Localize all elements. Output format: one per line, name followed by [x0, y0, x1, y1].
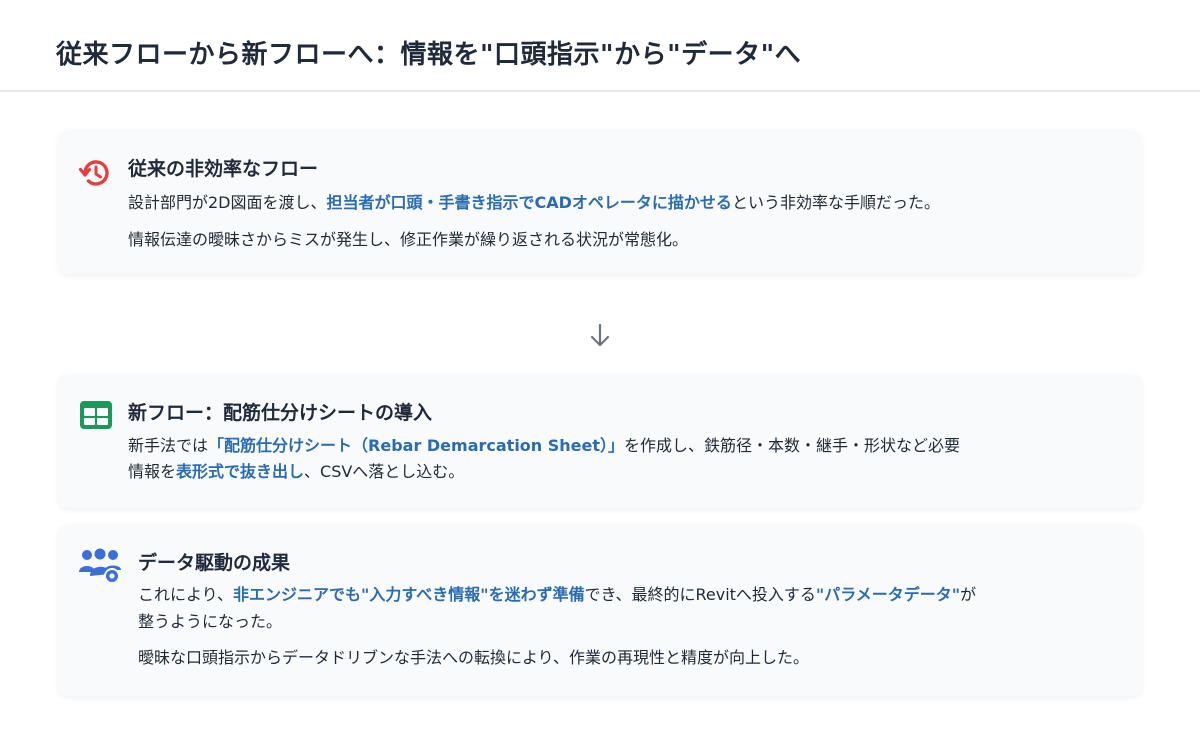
card-text-line: 情報を表形式で抜き出し、CSVへ落とし込む。	[128, 460, 464, 484]
card-text-line: これにより、非エンジニアでも"入力すべき情報"を迷わず準備でき、最終的にRevi…	[138, 583, 976, 607]
page-title: 従来フローから新フローへ：情報を"口頭指示"から"データ"へ	[56, 40, 802, 70]
text-segment: 情報を	[128, 462, 177, 481]
history-icon	[78, 156, 112, 190]
users-gear-icon	[78, 548, 122, 584]
highlight-segment: 表形式で抜き出し	[176, 462, 305, 481]
text-segment: を作成し、鉄筋径・本数・継手・形状など必要	[624, 436, 961, 455]
highlight-segment: 担当者が口頭・手書き指示でCADオペレータに描かせる	[326, 193, 732, 212]
card-title: 従来の非効率なフロー	[128, 158, 319, 180]
text-segment: という非効率な手順だった。	[731, 193, 940, 212]
card-text-line: 情報伝達の曖昧さからミスが発生し、修正作業が繰り返される状況が常態化。	[128, 228, 688, 252]
highlight-segment: 「配筋仕分けシート（Rebar Demarcation Sheet）」	[208, 436, 625, 455]
card-title: 新フロー：配筋仕分けシートの導入	[128, 402, 433, 424]
highlight-segment: "パラメータデータ"	[815, 585, 961, 604]
card-text-line: 新手法では「配筋仕分けシート（Rebar Demarcation Sheet）」…	[128, 434, 960, 458]
text-segment: 設計部門が2D図面を渡し、	[128, 193, 327, 212]
text-segment: でき、最終的にRevitへ投入する	[584, 585, 816, 604]
highlight-segment: 非エンジニアでも"入力すべき情報"を迷わず準備	[233, 585, 585, 604]
card-text-line: 曖昧な口頭指示からデータドリブンな手法への転換により、作業の再現性と精度が向上し…	[138, 646, 809, 670]
text-segment: が	[960, 585, 977, 604]
card-new-flow: 新フロー：配筋仕分けシートの導入 新手法では「配筋仕分けシート（Rebar De…	[58, 374, 1142, 508]
page-header: 従来フローから新フローへ：情報を"口頭指示"から"データ"へ	[0, 0, 1200, 92]
card-title: データ駆動の成果	[138, 552, 291, 574]
text-segment: 整うようになった。	[138, 612, 283, 631]
card-text-line: 整うようになった。	[138, 610, 282, 634]
card-old-flow: 従来の非効率なフロー 設計部門が2D図面を渡し、担当者が口頭・手書き指示でCAD…	[58, 130, 1142, 274]
card-text-line: 設計部門が2D図面を渡し、担当者が口頭・手書き指示でCADオペレータに描かせると…	[128, 191, 940, 215]
text-segment: 曖昧な口頭指示からデータドリブンな手法への転換により、作業の再現性と精度が向上し…	[138, 648, 810, 667]
text-segment: 新手法では	[128, 436, 209, 455]
text-segment: これにより、	[138, 585, 234, 604]
text-segment: 情報伝達の曖昧さからミスが発生し、修正作業が繰り返される状況が常態化。	[128, 230, 689, 249]
arrow-down-icon	[588, 322, 612, 350]
table-icon	[79, 400, 113, 430]
card-results: データ駆動の成果 これにより、非エンジニアでも"入力すべき情報"を迷わず準備でき…	[58, 524, 1142, 696]
text-segment: 、CSVへ落とし込む。	[304, 462, 465, 481]
